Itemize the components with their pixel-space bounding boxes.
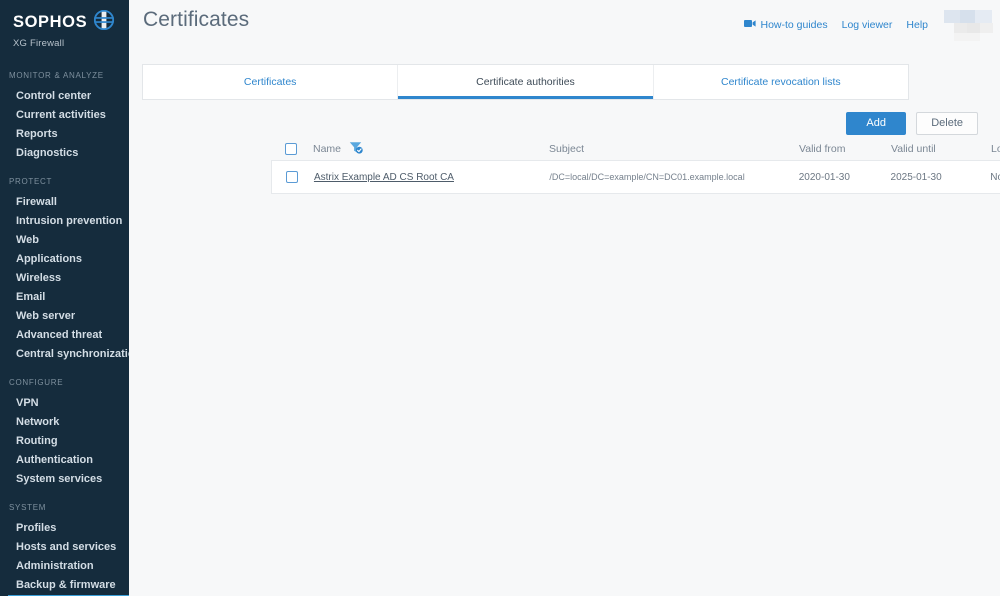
header-links: How-to guides Log viewer Help [744,10,993,41]
sidebar-item-diagnostics[interactable]: Diagnostics [0,144,129,163]
delete-button[interactable]: Delete [916,112,978,135]
topbar: Certificates How-to guides Log viewer He… [129,0,1000,44]
row-select-cell [272,171,314,183]
tab-label: Certificate revocation lists [721,76,841,88]
sidebar: SOPHOS XG Firewall MONITOR & ANALYZE Cont… [0,0,129,596]
tab-label: Certificate authorities [476,76,575,88]
redaction-block [944,10,960,23]
page-title: Certificates [143,8,250,31]
help-link[interactable]: Help [906,19,928,31]
filter-active-icon[interactable] [349,141,363,157]
sidebar-group: CONFIGURE VPN Network Routing Authentication… [0,378,129,489]
sidebar-item-email[interactable]: Email [0,288,129,307]
how-to-guides-label: How-to guides [760,19,828,31]
row-checkbox[interactable] [286,171,298,183]
sidebar-item-intrusion-prevention[interactable]: Intrusion prevention [0,212,129,231]
redaction-block [975,10,992,23]
sidebar-group: SYSTEM Profiles Hosts and services Administ… [0,503,129,596]
sidebar-item-backup-firmware[interactable]: Backup & firmware [0,576,129,595]
sidebar-item-central-synchronization[interactable]: Central synchronization [0,345,129,364]
sidebar-group-heading: CONFIGURE [9,378,64,387]
column-header-name-label: Name [313,143,342,155]
table-body: Astrix Example AD CS Root CA/DC=local/DC… [271,160,1000,194]
brand-block[interactable]: SOPHOS XG Firewall [0,0,129,49]
redaction-block [954,33,980,41]
sidebar-group-heading: PROTECT [9,177,53,186]
sidebar-item-authentication[interactable]: Authentication [0,451,129,470]
app-window: SOPHOS XG Firewall MONITOR & ANALYZE Cont… [0,0,1000,596]
column-header-valid-from[interactable]: Valid from [799,142,891,155]
sidebar-item-web[interactable]: Web [0,231,129,250]
tab-certificates[interactable]: Certificates [143,65,399,99]
row-valid-until: 2025-01-30 [890,171,942,183]
sidebar-item-web-server[interactable]: Web server [0,307,129,326]
sidebar-item-current-activities[interactable]: Current activities [0,106,129,125]
select-all-checkbox[interactable] [285,143,297,155]
row-valid-from: 2020-01-30 [798,171,850,183]
sidebar-group: PROTECT Firewall Intrusion prevention Web Ap… [0,177,129,364]
brand-product: XG Firewall [13,38,65,49]
redaction-block [960,10,975,23]
sidebar-item-firewall[interactable]: Firewall [0,193,129,212]
brand-name: SOPHOS [13,13,88,31]
sophos-globe-icon [93,9,115,36]
add-button[interactable]: Add [846,112,907,135]
column-header-name[interactable]: Name [313,140,549,157]
sidebar-item-hosts-and-services[interactable]: Hosts and services [0,538,129,557]
row-local: No [990,171,1000,183]
sidebar-group-heading: MONITOR & ANALYZE [9,71,104,80]
redaction-block [980,23,993,33]
sidebar-nav: MONITOR & ANALYZE Control center Current a… [0,71,129,596]
redaction-block [967,23,980,33]
sidebar-item-reports[interactable]: Reports [0,125,129,144]
sidebar-group: MONITOR & ANALYZE Control center Current a… [0,71,129,163]
certificate-subject: /DC=local/DC=example/CN=DC01.example.loc… [549,172,745,182]
table-toolbar: Add Delete [846,112,978,135]
sidebar-item-profiles[interactable]: Profiles [0,519,129,538]
table-row[interactable]: Astrix Example AD CS Root CA/DC=local/DC… [271,160,1000,194]
sidebar-item-system-services[interactable]: System services [0,470,129,489]
tab-certificate-revocation-lists[interactable]: Certificate revocation lists [654,65,908,99]
video-camera-icon [744,19,757,31]
certificate-authorities-table: Name Subject Valid from Valid until Loca… [271,137,1000,194]
help-label: Help [906,19,928,31]
sidebar-item-control-center[interactable]: Control center [0,87,129,106]
sidebar-item-routing[interactable]: Routing [0,432,129,451]
column-header-valid-until[interactable]: Valid until [891,142,991,155]
row-subject-cell: /DC=local/DC=example/CN=DC01.example.loc… [549,172,798,182]
sidebar-item-network[interactable]: Network [0,413,129,432]
how-to-guides-link[interactable]: How-to guides [744,19,828,31]
row-name-cell: Astrix Example AD CS Root CA [314,172,549,183]
tab-bar: Certificates Certificate authorities Certi… [142,64,909,100]
sidebar-item-applications[interactable]: Applications [0,250,129,269]
user-menu-redacted[interactable] [944,10,993,41]
redaction-block [954,23,967,33]
sidebar-item-vpn[interactable]: VPN [0,394,129,413]
select-all-cell [271,142,313,155]
sidebar-item-advanced-threat[interactable]: Advanced threat [0,326,129,345]
log-viewer-label: Log viewer [841,19,893,31]
log-viewer-link[interactable]: Log viewer [842,19,893,31]
tab-certificate-authorities[interactable]: Certificate authorities [398,65,654,99]
certificate-name-link[interactable]: Astrix Example AD CS Root CA [314,172,454,183]
main-content: Certificates How-to guides Log viewer He… [129,0,1000,596]
table-header-row: Name Subject Valid from Valid until Loca… [271,137,1000,160]
sidebar-item-administration[interactable]: Administration [0,557,129,576]
column-header-subject[interactable]: Subject [549,142,799,155]
column-header-local[interactable]: Local [991,142,1000,155]
sidebar-group-heading: SYSTEM [9,503,47,512]
tab-label: Certificates [243,76,297,88]
sidebar-item-wireless[interactable]: Wireless [0,269,129,288]
